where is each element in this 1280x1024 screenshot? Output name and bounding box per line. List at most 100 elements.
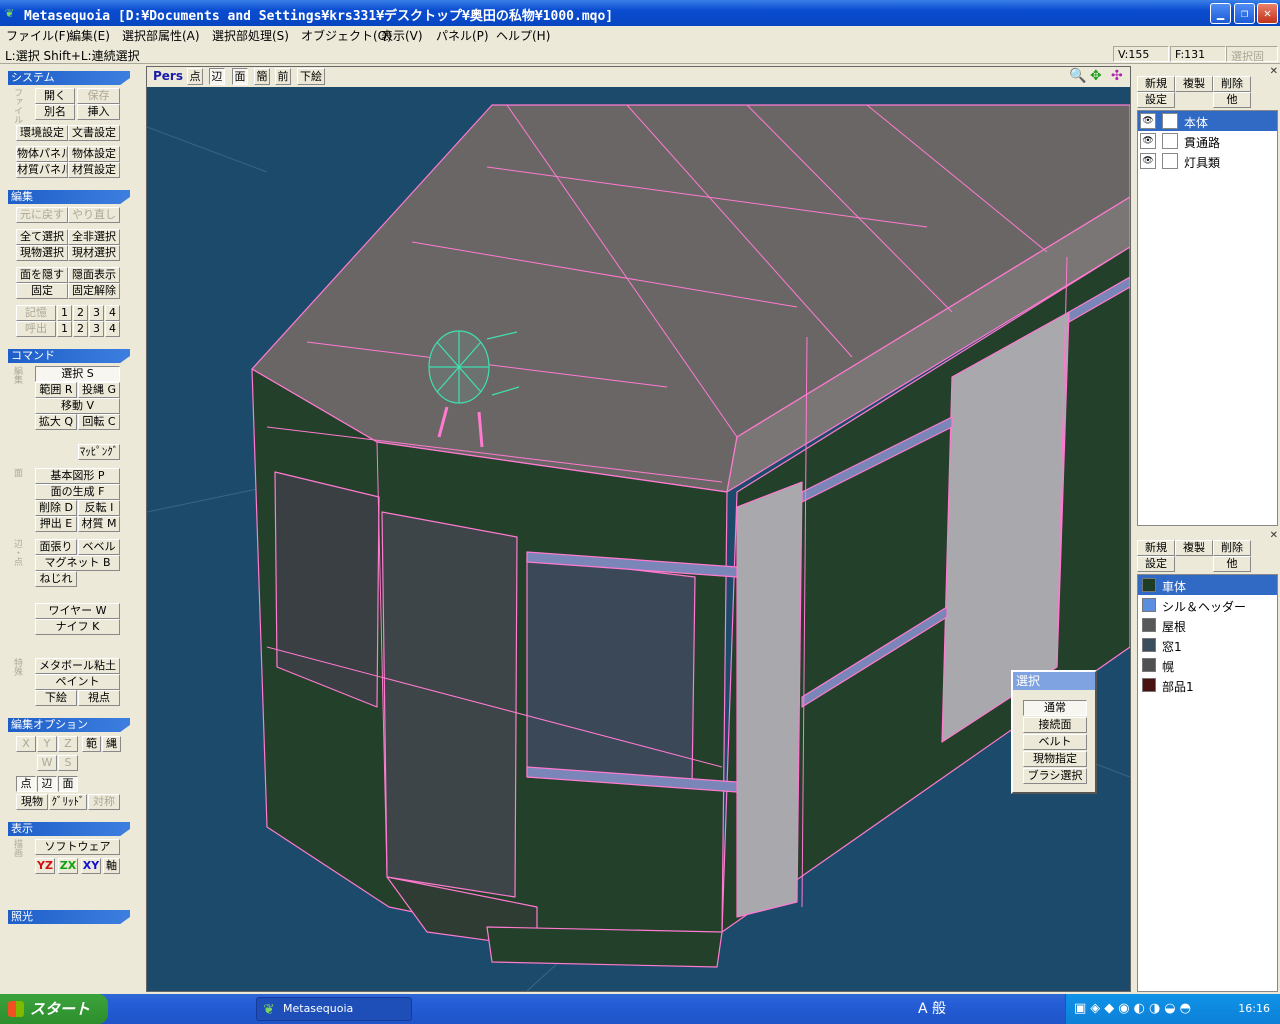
section-system[interactable]: システム bbox=[8, 71, 130, 85]
undo-button[interactable]: 元に戻す bbox=[16, 207, 68, 223]
insert-button[interactable]: 挿入 bbox=[77, 104, 120, 120]
select-mode-current-object[interactable]: 現物指定 bbox=[1023, 751, 1087, 767]
memory-button[interactable]: 記憶 bbox=[16, 305, 56, 321]
eye-icon[interactable]: 👁 bbox=[1140, 113, 1156, 129]
save-button[interactable]: 保存 bbox=[77, 88, 120, 104]
menu-panel[interactable]: パネル(P) bbox=[436, 27, 489, 44]
move-tool-button[interactable]: 移動 V bbox=[35, 398, 120, 414]
material-new-button[interactable]: 新規 bbox=[1137, 540, 1175, 556]
show-edges-toggle[interactable]: 辺 bbox=[209, 68, 225, 85]
lock-checkbox[interactable] bbox=[1162, 153, 1178, 169]
fix-button[interactable]: 固定 bbox=[16, 283, 68, 299]
menu-view[interactable]: 表示(V) bbox=[381, 27, 423, 44]
object-settings-button[interactable]: 物体設定 bbox=[68, 146, 120, 162]
face-option-toggle[interactable]: 面 bbox=[58, 776, 78, 792]
menu-selection-process[interactable]: 選択部処理(S) bbox=[212, 27, 289, 44]
mapping-button[interactable]: ﾏｯﾋﾟﾝｸﾞ bbox=[78, 444, 120, 460]
open-button[interactable]: 開く bbox=[35, 88, 75, 104]
metaball-button[interactable]: メタボール粘土 bbox=[35, 658, 120, 674]
model-render[interactable] bbox=[147, 87, 1130, 991]
point-option-toggle[interactable]: 点 bbox=[16, 776, 36, 792]
show-points-toggle[interactable]: 点 bbox=[187, 68, 203, 85]
taskbar-item-metasequoia[interactable]: ❦ Metasequoia bbox=[256, 997, 412, 1021]
doc-settings-button[interactable]: 文書設定 bbox=[68, 125, 120, 141]
rotate-tool-button[interactable]: 回転 C bbox=[78, 414, 120, 430]
unfix-button[interactable]: 固定解除 bbox=[68, 283, 120, 299]
face-stretch-button[interactable]: 面張り bbox=[35, 539, 77, 555]
material-row[interactable]: 窓1 bbox=[1138, 635, 1277, 655]
select-all-button[interactable]: 全て選択 bbox=[16, 229, 68, 245]
material-settings-button[interactable]: 設定 bbox=[1137, 556, 1175, 572]
zx-view-button[interactable]: ZX bbox=[58, 858, 78, 874]
section-command[interactable]: コマンド bbox=[8, 349, 130, 363]
scale-tool-button[interactable]: 拡大 Q bbox=[35, 414, 77, 430]
ime-indicator[interactable]: A 般 bbox=[918, 998, 946, 1018]
section-display[interactable]: 表示 bbox=[8, 822, 130, 836]
range-option-toggle[interactable]: 範 bbox=[82, 736, 101, 752]
twist-button[interactable]: ねじれ bbox=[35, 571, 77, 587]
menu-edit[interactable]: 編集(E) bbox=[69, 27, 110, 44]
simple-view-toggle[interactable]: 簡 bbox=[254, 68, 270, 85]
maximize-button[interactable]: ❐ bbox=[1234, 3, 1255, 24]
face-generate-button[interactable]: 面の生成 F bbox=[35, 484, 120, 500]
move-arrows-icon[interactable]: ✥ bbox=[1090, 69, 1102, 84]
object-panel-button[interactable]: 物体パネル bbox=[16, 146, 68, 162]
close-button[interactable]: ✕ bbox=[1257, 3, 1278, 24]
tray-icons[interactable]: ▣◈◆◉◐◑◒◓ bbox=[1074, 1001, 1195, 1016]
lasso-tool-button[interactable]: 投縄 G bbox=[78, 382, 120, 398]
current-material-select-button[interactable]: 現材選択 bbox=[68, 245, 120, 261]
section-light[interactable]: 照光 bbox=[8, 910, 130, 924]
lock-checkbox[interactable] bbox=[1162, 113, 1178, 129]
material-row[interactable]: シル＆ヘッダー bbox=[1138, 595, 1277, 615]
menu-selection-attr[interactable]: 選択部属性(A) bbox=[122, 27, 200, 44]
eye-icon[interactable]: 👁 bbox=[1140, 153, 1156, 169]
select-mode-brush[interactable]: ブラシ選択 bbox=[1023, 768, 1087, 784]
axis-z-toggle[interactable]: Z bbox=[58, 736, 78, 752]
object-panel-close-icon[interactable]: ✕ bbox=[1270, 66, 1278, 77]
paint-button[interactable]: ペイント bbox=[35, 674, 120, 690]
sketch-button[interactable]: 下絵 bbox=[35, 690, 77, 706]
recall-slot-4[interactable]: 4 bbox=[105, 321, 120, 337]
front-toggle[interactable]: 前 bbox=[275, 68, 291, 85]
object-other-button[interactable]: 他 bbox=[1213, 92, 1251, 108]
menu-help[interactable]: ヘルプ(H) bbox=[496, 27, 550, 44]
range-tool-button[interactable]: 範囲 R bbox=[35, 382, 77, 398]
delete-tool-button[interactable]: 削除 D bbox=[35, 500, 77, 516]
redo-button[interactable]: やり直し bbox=[68, 207, 120, 223]
lock-checkbox[interactable] bbox=[1162, 133, 1178, 149]
recall-slot-3[interactable]: 3 bbox=[89, 321, 104, 337]
bevel-button[interactable]: ベベル bbox=[78, 539, 120, 555]
material-panel-close-icon[interactable]: ✕ bbox=[1270, 530, 1278, 541]
select-mode-normal[interactable]: 通常 bbox=[1023, 700, 1087, 716]
material-tool-button[interactable]: 材質 M bbox=[78, 516, 120, 532]
material-panel-button[interactable]: 材質パネル bbox=[16, 162, 68, 178]
current-object-select-button[interactable]: 現物選択 bbox=[16, 245, 68, 261]
material-row[interactable]: 幌 bbox=[1138, 655, 1277, 675]
show-faces-toggle[interactable]: 面 bbox=[232, 68, 248, 85]
object-new-button[interactable]: 新規 bbox=[1137, 76, 1175, 92]
recall-slot-1[interactable]: 1 bbox=[57, 321, 72, 337]
primitive-button[interactable]: 基本図形 P bbox=[35, 468, 120, 484]
projection-mode[interactable]: Pers bbox=[153, 69, 183, 83]
axis-button[interactable]: 軸 bbox=[103, 858, 120, 874]
select-tool-button[interactable]: 選択 S bbox=[35, 366, 120, 382]
flip-tool-button[interactable]: 反転 I bbox=[78, 500, 120, 516]
wire-button[interactable]: ワイヤー W bbox=[35, 603, 120, 619]
memory-slot-4[interactable]: 4 bbox=[105, 305, 120, 321]
env-settings-button[interactable]: 環境設定 bbox=[16, 125, 68, 141]
show-hidden-button[interactable]: 隠面表示 bbox=[68, 267, 120, 283]
magnifier-icon[interactable]: 🔍 bbox=[1069, 69, 1086, 84]
object-settings-button[interactable]: 設定 bbox=[1137, 92, 1175, 108]
w-option-toggle[interactable]: W bbox=[37, 755, 57, 771]
software-render-button[interactable]: ソフトウェア bbox=[35, 839, 120, 855]
material-settings-button[interactable]: 材質設定 bbox=[68, 162, 120, 178]
material-other-button[interactable]: 他 bbox=[1213, 556, 1251, 572]
object-row[interactable]: 👁 貫通路 bbox=[1138, 131, 1277, 151]
menu-object[interactable]: オブジェクト(O) bbox=[301, 27, 392, 44]
material-copy-button[interactable]: 複製 bbox=[1175, 540, 1213, 556]
object-delete-button[interactable]: 削除 bbox=[1213, 76, 1251, 92]
axis-x-toggle[interactable]: X bbox=[16, 736, 36, 752]
knife-button[interactable]: ナイフ K bbox=[35, 619, 120, 635]
axis-y-toggle[interactable]: Y bbox=[37, 736, 57, 752]
save-as-button[interactable]: 別名 bbox=[35, 104, 75, 120]
